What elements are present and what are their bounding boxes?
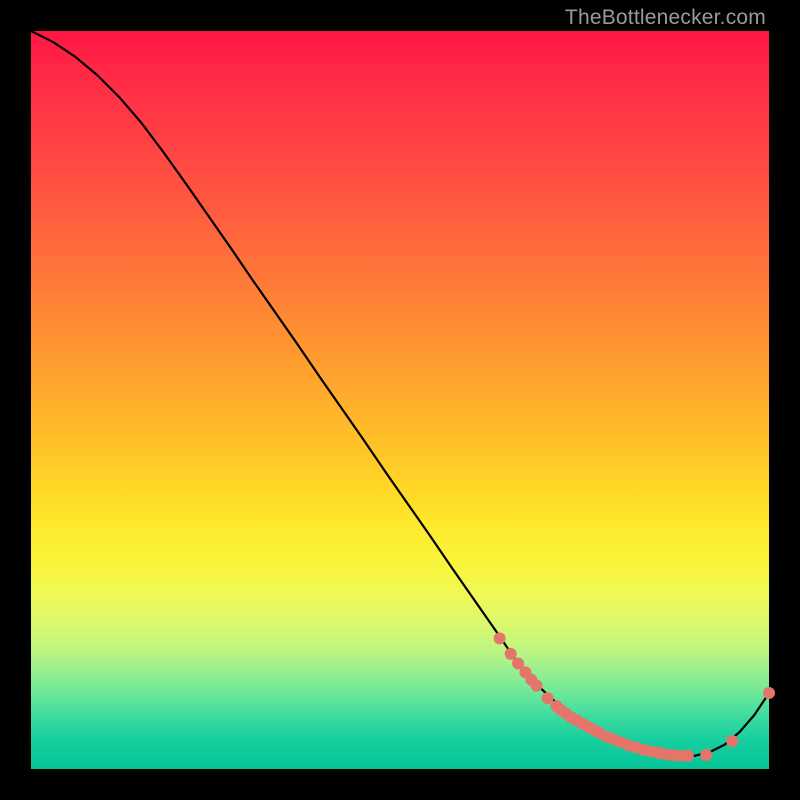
curve-marker	[763, 687, 775, 699]
plot-area	[31, 31, 769, 769]
curve-marker	[700, 749, 712, 761]
curve-marker	[494, 632, 506, 644]
curve-marker	[505, 648, 517, 660]
curve-marker	[531, 680, 543, 692]
curve-line	[31, 31, 769, 756]
curve-marker	[726, 735, 738, 747]
curve-markers	[494, 632, 775, 761]
chart-frame: TheBottlenecker.com	[0, 0, 800, 800]
curve-marker	[542, 692, 554, 704]
chart-svg	[31, 31, 769, 769]
curve-marker	[682, 750, 694, 762]
attribution-label: TheBottlenecker.com	[565, 6, 766, 30]
